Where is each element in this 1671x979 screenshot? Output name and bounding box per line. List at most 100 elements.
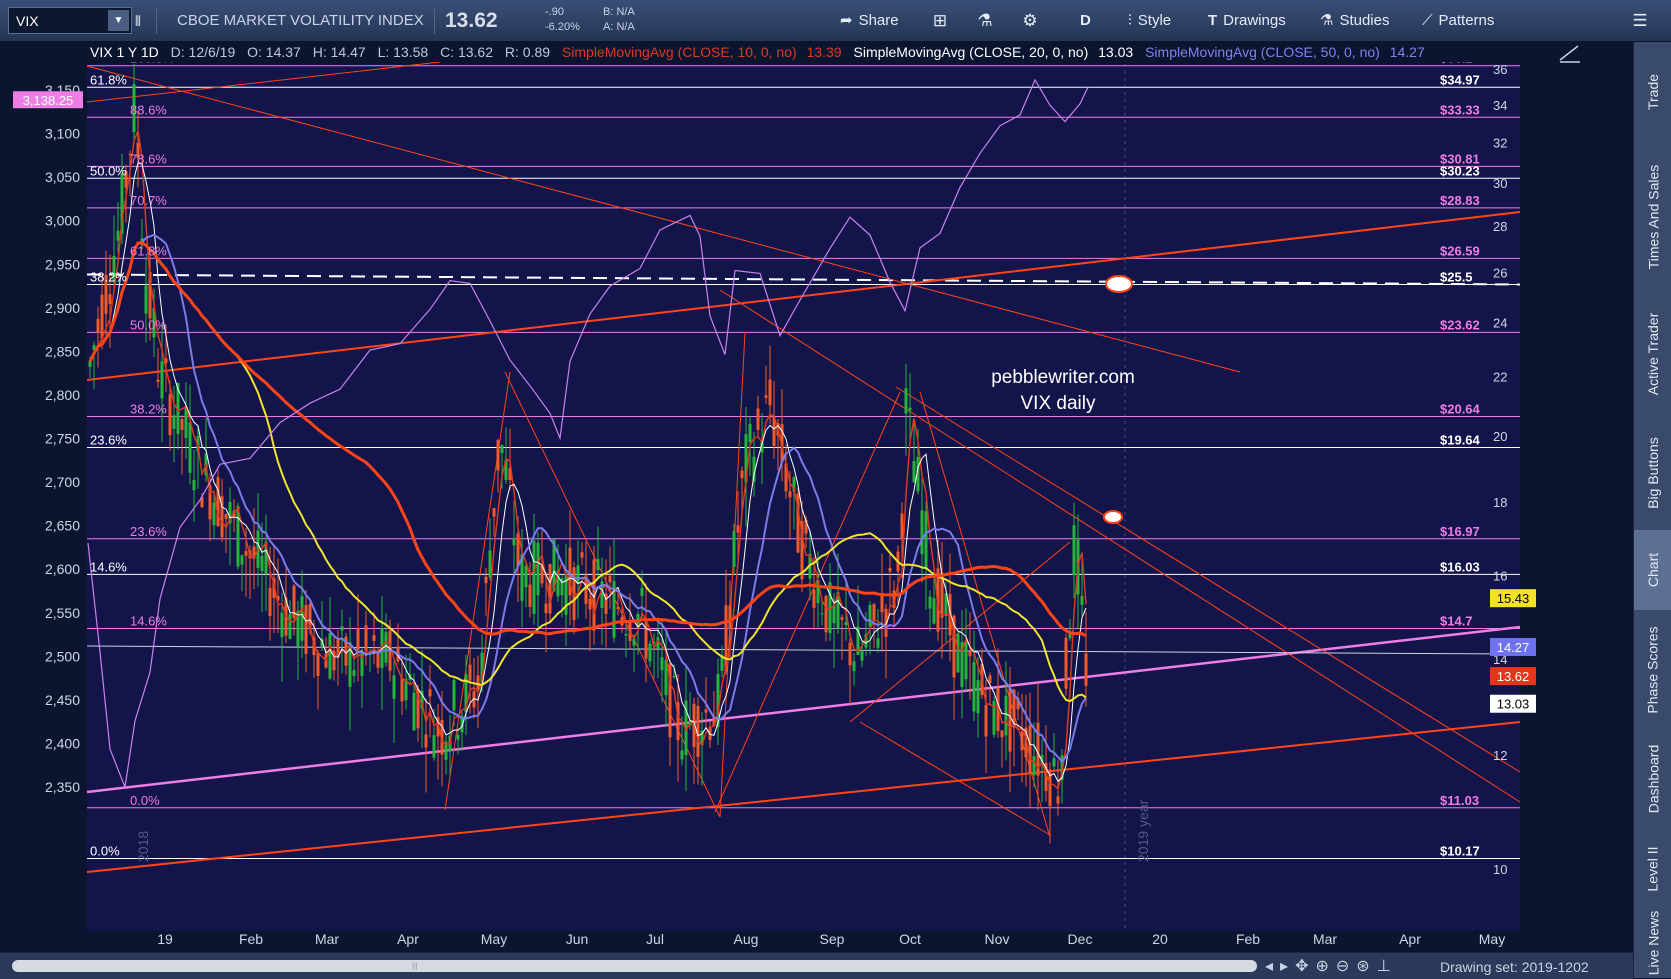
candle-body [1020, 731, 1024, 751]
chart-subtitle: VIX daily [1021, 393, 1096, 414]
x-axis-tick: 19 [157, 931, 173, 947]
sidebar-tab-trade[interactable]: Trade [1634, 42, 1671, 142]
sidebar-tab-times-and-sales[interactable]: Times And Sales [1634, 144, 1671, 289]
chart-title: pebblewriter.com [991, 367, 1135, 388]
drawings-button[interactable]: T Drawings [1200, 0, 1294, 42]
period-button[interactable]: D [1072, 0, 1099, 42]
level-value-label: $23.62 [1440, 317, 1480, 332]
candle-body [1084, 653, 1088, 686]
symbol-input[interactable]: VIX ▼ [8, 7, 132, 34]
candle-body [340, 626, 344, 631]
sidebar-tab-label: Phase Scores [1645, 625, 1662, 714]
pan-icon[interactable]: ✥ [1295, 958, 1315, 975]
bid-value: B: N/A [603, 6, 635, 18]
candle-body [392, 675, 396, 699]
fib-pct-label: 0.0% [130, 793, 160, 808]
link-icon[interactable]: ⦀ [120, 0, 156, 42]
left-price-highlight-text: 3,138.25 [23, 93, 74, 108]
level-value-label: $28.83 [1440, 193, 1480, 208]
style-button[interactable]: ⫶ Style [1120, 0, 1179, 42]
candle-body [900, 513, 904, 540]
candle-body [96, 318, 100, 333]
sidebar-tab-active-trader[interactable]: Active Trader [1634, 291, 1671, 416]
candle-body [648, 643, 652, 662]
header-open: O: 14.37 [247, 44, 301, 60]
candle-body [500, 445, 504, 454]
flask-icon[interactable]: ⚗ [965, 0, 1005, 42]
studies-icon: ⚗ [1320, 12, 1334, 29]
candle-body [216, 477, 220, 527]
candle-body [116, 230, 120, 241]
candle-body [496, 440, 500, 471]
right-axis-tick: 30 [1493, 176, 1507, 191]
candle-body [928, 596, 932, 609]
candle-body [1028, 725, 1032, 773]
candle-body [908, 407, 912, 411]
horizontal-scrollbar[interactable]: ||| [12, 960, 1257, 972]
patterns-icon: ⟋ [1422, 12, 1433, 29]
left-axis-tick: 3,050 [45, 169, 80, 185]
right-axis-tick: 34 [1493, 98, 1507, 113]
year-label: 2019 year [1135, 799, 1151, 862]
candle-body [304, 605, 308, 654]
candle-body [328, 633, 332, 679]
price-badge-text: 14.27 [1497, 640, 1530, 655]
candle-body [704, 709, 708, 713]
candle-body [768, 379, 772, 406]
scroll-right-icon[interactable]: ▸ [1280, 958, 1295, 975]
candle-body [640, 587, 644, 597]
studies-button[interactable]: ⚗ Studies [1312, 0, 1398, 42]
pin-icon[interactable]: ⊥ [1377, 958, 1398, 975]
header-low: L: 13.58 [378, 44, 429, 60]
right-axis-tick: 10 [1493, 862, 1507, 877]
header-high: H: 14.47 [313, 44, 366, 60]
sidebar-tab-phase-scores[interactable]: Phase Scores [1634, 612, 1671, 727]
candle-body [1072, 525, 1076, 576]
sidebar-tab-chart[interactable]: Chart [1634, 530, 1671, 610]
candle-body [316, 652, 320, 677]
price-badge-text: 13.62 [1497, 669, 1530, 684]
share-button[interactable]: ➦ Share [832, 0, 907, 42]
level-value-label: $25.5 [1440, 270, 1473, 285]
candle-body [356, 628, 360, 651]
candle-body [488, 550, 492, 578]
candle-body [824, 595, 828, 633]
share-label: Share [858, 12, 899, 29]
scroll-left-icon[interactable]: ◂ [1265, 958, 1280, 975]
fib-pct-label: 50.0% [90, 163, 127, 178]
sidebar-tab-label: Trade [1645, 73, 1661, 111]
chart-svg[interactable]: 100.0%61.8%88.6%78.6%50.0%70.7%61.8%38.2… [0, 42, 1633, 952]
style-label: Style [1137, 12, 1172, 29]
sidebar-tab-level-ii[interactable]: Level II [1634, 831, 1671, 906]
candle-body [364, 625, 368, 651]
fib-pct-label: 14.6% [130, 613, 167, 628]
screenshot-icon[interactable]: ⊞ [920, 0, 960, 42]
sidebar-tab-big-buttons[interactable]: Big Buttons [1634, 418, 1671, 528]
chart-tools: ◂▸✥⊕⊖⊛⊥ [1265, 956, 1398, 976]
candle-body [728, 605, 732, 629]
level-value-label: $26.59 [1440, 243, 1480, 258]
candle-body [920, 510, 924, 555]
zoom-out-icon[interactable]: ⊖ [1336, 958, 1356, 975]
sidebar-tab-label: Level II [1645, 845, 1662, 892]
patterns-button[interactable]: ⟋ Patterns [1414, 0, 1502, 42]
candle-body [820, 613, 824, 615]
candle-body [1004, 695, 1008, 736]
sidebar-tab-label: Chart [1644, 552, 1661, 588]
menu-icon[interactable]: ☰ [1620, 0, 1660, 42]
header-date: D: 12/6/19 [171, 44, 236, 60]
level-value-label: $16.97 [1440, 524, 1480, 539]
zoom-fit-icon[interactable]: ⊛ [1356, 958, 1376, 975]
candle-body [848, 642, 852, 666]
fib-pct-label: 0.0% [90, 843, 120, 858]
x-axis-tick: 20 [1152, 931, 1168, 947]
x-axis-tick: Oct [899, 931, 921, 947]
sidebar-tab-dashboard[interactable]: Dashboard [1634, 729, 1671, 829]
zoom-in-icon[interactable]: ⊕ [1315, 958, 1335, 975]
sidebar-tab-live-news[interactable]: Live News [1634, 908, 1671, 978]
left-axis-tick: 3,100 [45, 126, 80, 142]
level-value-label: $10.17 [1440, 843, 1480, 858]
candle-body [1052, 758, 1056, 767]
chart-area[interactable]: 100.0%61.8%88.6%78.6%50.0%70.7%61.8%38.2… [0, 42, 1633, 978]
gear-icon[interactable]: ⚙ [1010, 0, 1050, 42]
